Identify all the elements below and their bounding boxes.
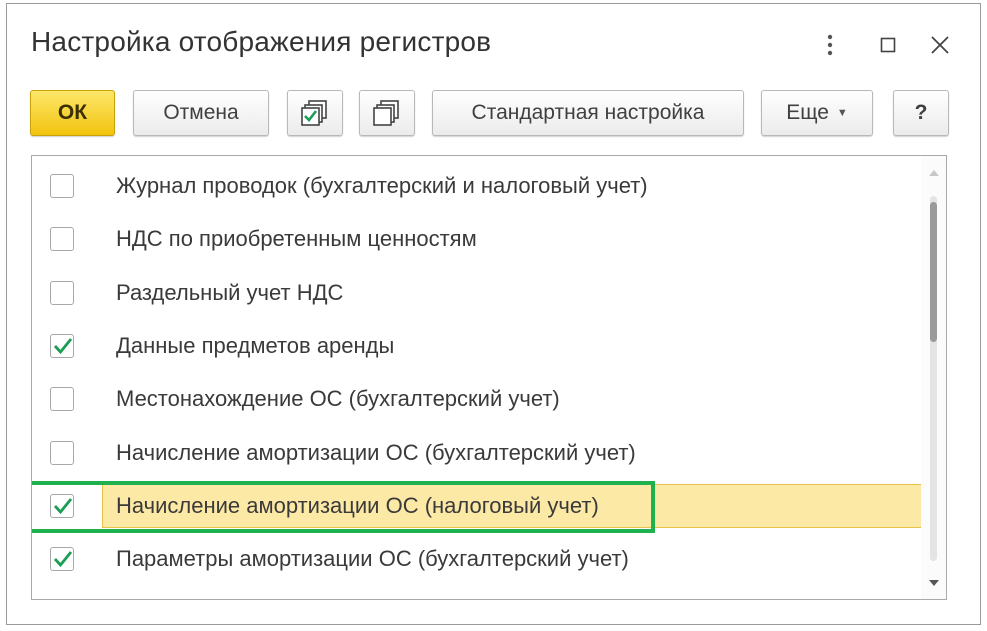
scrollbar[interactable]: [921, 156, 946, 599]
more-button[interactable]: Еще ▼: [761, 90, 873, 136]
registers-list[interactable]: Журнал проводок (бухгалтерский и налогов…: [31, 155, 947, 600]
row-checkbox[interactable]: [50, 440, 74, 465]
list-item[interactable]: Начисление амортизации ОС (бухгалтерский…: [32, 426, 921, 480]
row-label: Раздельный учет НДС: [116, 279, 344, 305]
more-vert-icon[interactable]: [815, 30, 845, 60]
settings-dialog: Настройка отображения регистров ОК Отмен…: [6, 3, 981, 625]
row-label: Журнал проводок (бухгалтерский и налогов…: [116, 173, 648, 198]
row-checkbox[interactable]: [50, 493, 74, 518]
scroll-thumb[interactable]: [930, 202, 937, 342]
check-all-button[interactable]: [287, 90, 343, 136]
row-label: НДС по приобретенным ценностям: [116, 226, 477, 252]
uncheck-all-button[interactable]: [359, 90, 415, 136]
more-label: Еще: [786, 101, 829, 124]
help-button[interactable]: ?: [893, 90, 949, 136]
list-item[interactable]: Журнал проводок (бухгалтерский и налогов…: [32, 159, 921, 213]
list-item[interactable]: Начисление амортизации ОС (налоговый уче…: [32, 479, 922, 533]
caret-down-icon: ▼: [836, 107, 848, 119]
checkmark-icon: [53, 497, 73, 514]
list-item[interactable]: Местонахождение ОС (бухгалтерский учет): [32, 372, 921, 426]
close-icon[interactable]: [925, 30, 955, 60]
check-all-icon: [301, 100, 327, 126]
row-label: Местонахождение ОС (бухгалтерский учет): [116, 386, 560, 412]
list-item[interactable]: Раздельный учет НДС: [32, 266, 921, 320]
row-label: Данные предметов аренды: [116, 332, 395, 358]
dialog-title: Настройка отображения регистров: [31, 26, 492, 57]
ok-button[interactable]: ОК: [30, 90, 115, 136]
scroll-up-icon[interactable]: [929, 170, 939, 176]
row-checkbox[interactable]: [50, 227, 74, 252]
list-item[interactable]: НДС по приобретенным ценностям: [32, 212, 921, 266]
checkmark-icon: [53, 551, 73, 568]
row-checkbox[interactable]: [50, 387, 74, 412]
row-checkbox[interactable]: [50, 547, 74, 572]
uncheck-all-icon: [373, 100, 399, 126]
row-checkbox[interactable]: [50, 174, 74, 198]
checkmark-icon: [53, 338, 73, 355]
standard-settings-button[interactable]: Стандартная настройка: [432, 90, 744, 136]
maximize-icon[interactable]: [873, 30, 903, 60]
row-checkbox[interactable]: [50, 333, 74, 358]
row-checkbox[interactable]: [50, 280, 74, 305]
row-label: Параметры амортизации ОС (бухгалтерский …: [116, 546, 629, 572]
row-label: Начисление амортизации ОС (налоговый уче…: [116, 492, 599, 518]
cancel-button[interactable]: Отмена: [133, 90, 269, 136]
row-label: Начисление амортизации ОС (бухгалтерский…: [116, 439, 636, 465]
list-item[interactable]: Данные предметов аренды: [32, 319, 921, 373]
list-item[interactable]: Параметры амортизации ОС (бухгалтерский …: [32, 532, 921, 586]
scroll-down-icon[interactable]: [929, 580, 939, 586]
